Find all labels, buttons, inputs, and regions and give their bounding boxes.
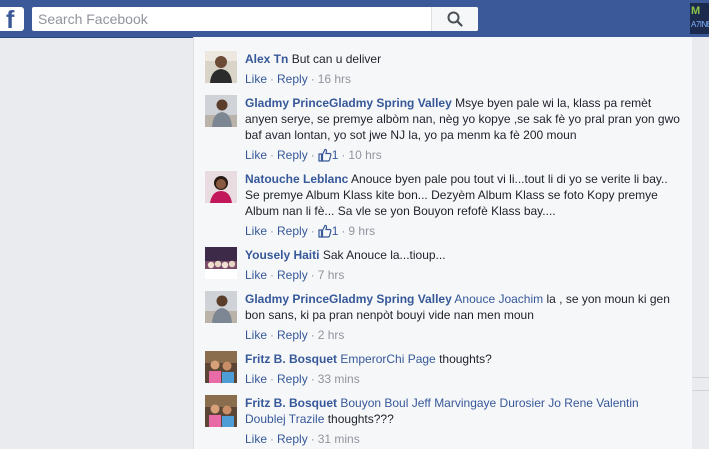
avatar-image (205, 351, 237, 383)
comment-actions: Like · Reply · 1 · 9 hrs (245, 223, 375, 239)
comment-time[interactable]: 33 mins (318, 372, 360, 386)
reply-link[interactable]: Reply (277, 224, 308, 238)
separator: · (270, 432, 275, 446)
page-badge-line2: A7INE (691, 20, 709, 29)
search-icon (447, 11, 463, 27)
comment-content: Gladmy PrinceGladmy Spring Valley Anouce… (245, 291, 681, 323)
avatar-image (205, 51, 237, 83)
separator: · (270, 328, 275, 342)
separator: · (270, 372, 275, 386)
comment-content: Fritz B. Bosquet EmperorChi Page thought… (245, 351, 681, 367)
comment-time[interactable]: 9 hrs (348, 224, 375, 238)
facebook-logo-letter: f (6, 6, 15, 34)
comment-actions: Like · Reply · 2 hrs (245, 327, 344, 343)
comment-author[interactable]: Alex Tn (245, 52, 288, 66)
comment-author[interactable]: Natouche Leblanc (245, 172, 348, 186)
page-badge[interactable]: M A7INE (690, 3, 709, 34)
comment-time[interactable]: 2 hrs (318, 328, 345, 342)
comment-actions: Like · Reply · 16 hrs (245, 71, 351, 87)
comment-text: thoughts? (435, 352, 492, 366)
top-navigation-bar: f M A7INE (0, 0, 709, 38)
separator: · (270, 148, 275, 162)
search-input[interactable] (32, 7, 438, 31)
separator: · (341, 224, 346, 238)
like-link[interactable]: Like (245, 328, 267, 342)
avatar-image (205, 291, 237, 323)
comment-time[interactable]: 7 hrs (318, 268, 345, 282)
like-link[interactable]: Like (245, 148, 267, 162)
like-link[interactable]: Like (245, 432, 267, 446)
avatar-image (205, 171, 237, 203)
comment-time[interactable]: 16 hrs (318, 72, 351, 86)
comment-text: But can u deliver (291, 52, 382, 66)
comment-time[interactable]: 10 hrs (348, 148, 381, 162)
separator: · (341, 148, 346, 162)
separator: · (310, 372, 315, 386)
reply-link[interactable]: Reply (277, 268, 308, 282)
comment-actions: Like · Reply · 1 · 10 hrs (245, 147, 382, 163)
avatar[interactable] (205, 351, 237, 383)
thumbs-up-icon (318, 148, 332, 162)
right-edge (692, 37, 709, 449)
reply-link[interactable]: Reply (277, 72, 308, 86)
avatar[interactable] (205, 95, 237, 127)
comment-content: Yousely Haiti Sak Anouce la...tioup... (245, 247, 681, 263)
avatar-image (205, 95, 237, 127)
facebook-logo-icon[interactable]: f (0, 6, 24, 34)
separator: · (310, 432, 315, 446)
separator: · (310, 328, 315, 342)
avatar[interactable] (205, 171, 237, 203)
mentioned-user[interactable]: EmperorChi Page (340, 352, 435, 366)
comment-text: thoughts??? (324, 412, 394, 426)
comment-author[interactable]: Fritz B. Bosquet (245, 396, 337, 410)
mentioned-user[interactable]: Anouce Joachim (454, 292, 543, 306)
comment-actions: Like · Reply · 31 mins (245, 431, 360, 447)
reply-link[interactable]: Reply (277, 372, 308, 386)
separator: · (310, 148, 315, 162)
like-link[interactable]: Like (245, 224, 267, 238)
search-button[interactable] (431, 7, 478, 31)
comment-content: Natouche Leblanc Anouce byen pale pou to… (245, 171, 681, 219)
comment-content: Gladmy PrinceGladmy Spring Valley Msye b… (245, 95, 681, 143)
avatar-image (205, 395, 237, 427)
avatar[interactable] (205, 51, 237, 83)
avatar[interactable] (205, 247, 237, 279)
comment-author[interactable]: Gladmy PrinceGladmy Spring Valley (245, 292, 452, 306)
separator: · (310, 224, 315, 238)
separator: · (310, 72, 315, 86)
separator: · (270, 224, 275, 238)
like-link[interactable]: Like (245, 72, 267, 86)
comment-time[interactable]: 31 mins (318, 432, 360, 446)
page-badge-line1: M (691, 5, 700, 17)
comment-text: Sak Anouce la...tioup... (322, 248, 446, 262)
like-count[interactable]: 1 (318, 148, 338, 162)
avatar[interactable] (205, 395, 237, 427)
reply-link[interactable]: Reply (277, 432, 308, 446)
search-box (32, 7, 478, 31)
comment-actions: Like · Reply · 7 hrs (245, 267, 344, 283)
reply-link[interactable]: Reply (277, 148, 308, 162)
avatar-image (205, 247, 237, 279)
divider (692, 377, 709, 378)
like-link[interactable]: Like (245, 268, 267, 282)
comment-author[interactable]: Yousely Haiti (245, 248, 319, 262)
thumbs-up-icon (318, 224, 332, 238)
comment-actions: Like · Reply · 33 mins (245, 371, 360, 387)
comment-author[interactable]: Fritz B. Bosquet (245, 352, 337, 366)
like-link[interactable]: Like (245, 372, 267, 386)
separator: · (270, 72, 275, 86)
like-count[interactable]: 1 (318, 224, 338, 238)
reply-link[interactable]: Reply (277, 328, 308, 342)
comment-content: Fritz B. Bosquet Bouyon Boul Jeff Marvin… (245, 395, 681, 427)
comment-content: Alex Tn But can u deliver (245, 51, 681, 67)
divider (692, 390, 709, 391)
comment-author[interactable]: Gladmy PrinceGladmy Spring Valley (245, 96, 452, 110)
avatar[interactable] (205, 291, 237, 323)
separator: · (310, 268, 315, 282)
separator: · (270, 268, 275, 282)
